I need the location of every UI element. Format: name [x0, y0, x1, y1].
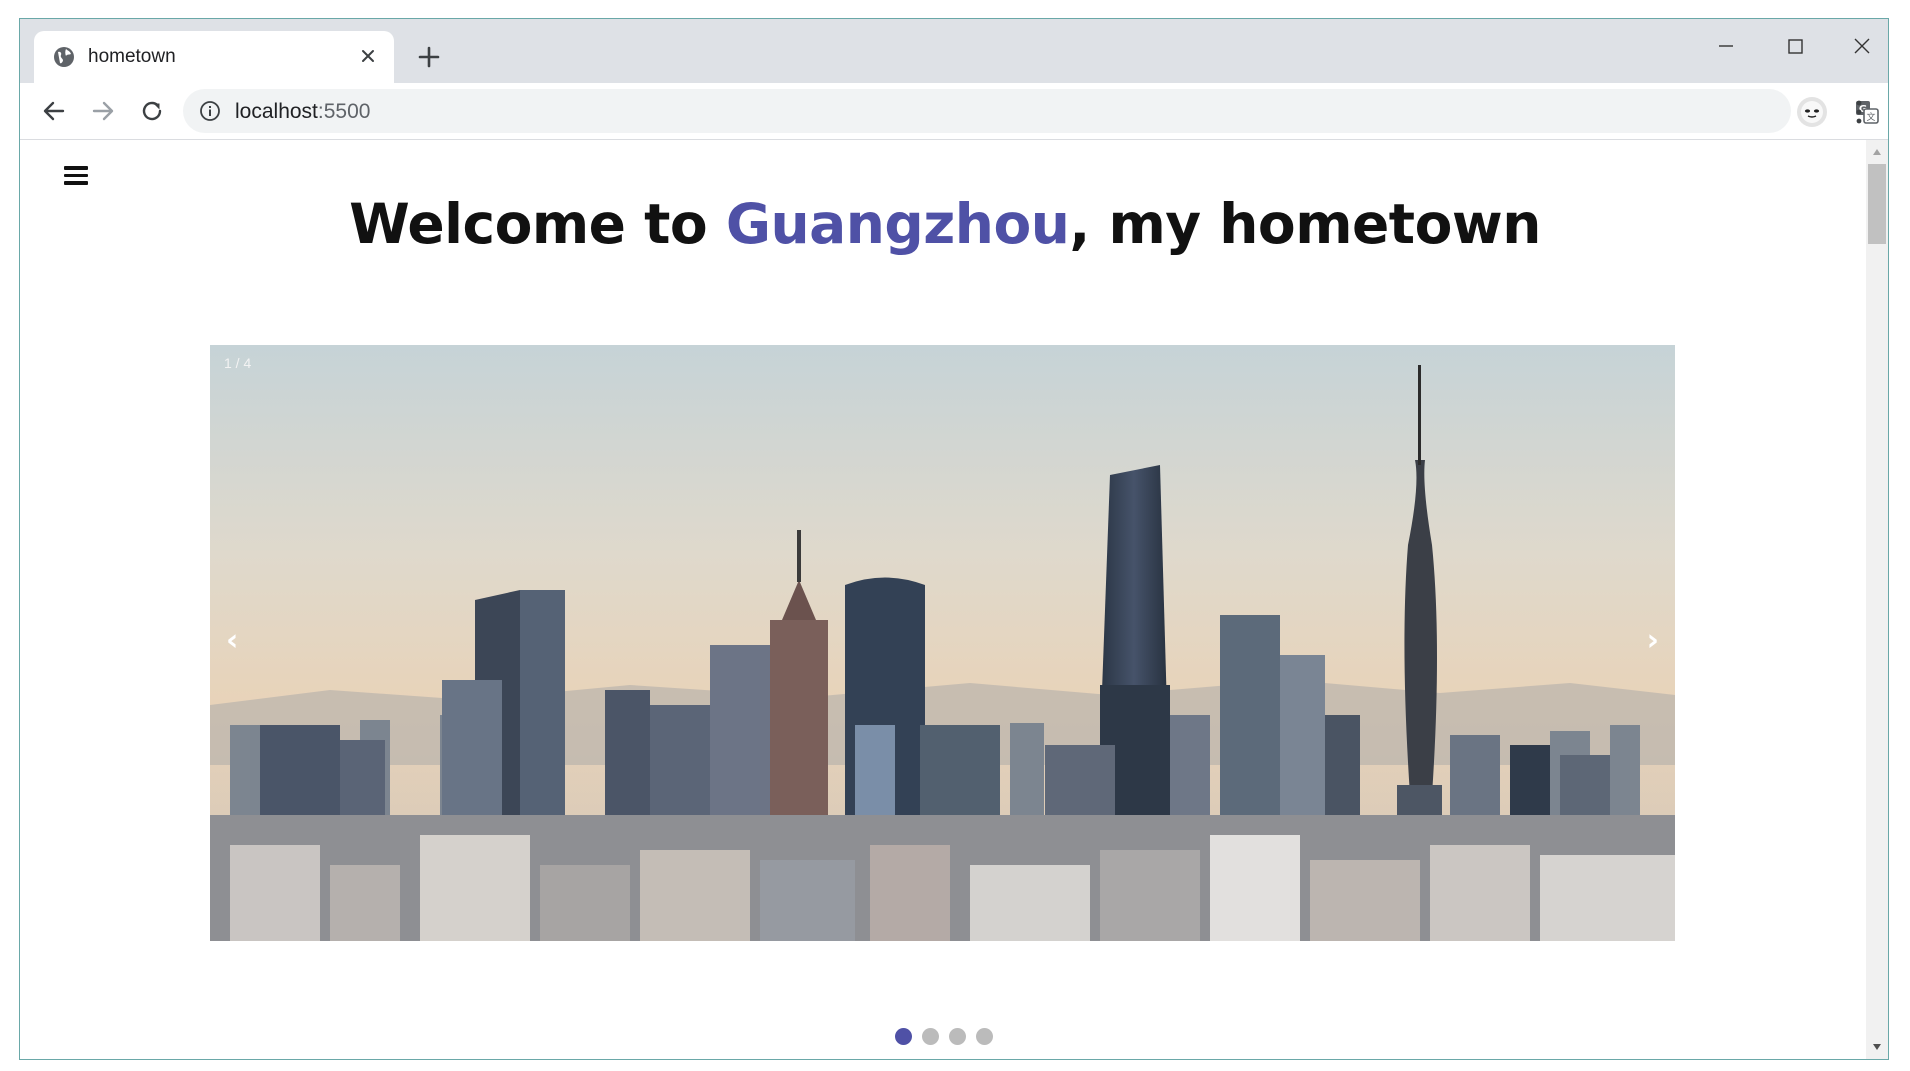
- browser-window: hometown localhost:5500 G 文 Welcome to G…: [19, 18, 1889, 1060]
- address-bar[interactable]: localhost:5500 G 文: [183, 89, 1879, 133]
- headline-prefix: Welcome to: [349, 192, 726, 256]
- info-icon[interactable]: [199, 100, 221, 122]
- next-slide-button[interactable]: ›: [1647, 623, 1659, 658]
- headline-suffix: , my hometown: [1069, 192, 1541, 256]
- hamburger-line: [64, 166, 88, 170]
- scroll-up-arrow-icon[interactable]: [1872, 148, 1882, 156]
- slide-dot-2[interactable]: [922, 1028, 939, 1045]
- previous-slide-button[interactable]: ‹: [226, 623, 238, 658]
- arrow-right-icon[interactable]: [87, 95, 119, 127]
- page-title: Welcome to Guangzhou, my hometown: [20, 192, 1870, 256]
- headline-city: Guangzhou: [725, 192, 1070, 256]
- image-slideshow: 1 / 4 ‹ ›: [210, 345, 1675, 941]
- slide-dot-1[interactable]: [895, 1028, 912, 1045]
- scrollbar-thumb[interactable]: [1868, 164, 1886, 244]
- close-icon[interactable]: [358, 46, 378, 66]
- profile-icon[interactable]: [1795, 95, 1829, 129]
- new-tab-icon[interactable]: [415, 43, 443, 71]
- minimize-icon[interactable]: [1706, 31, 1746, 61]
- tab-hometown[interactable]: hometown: [34, 31, 394, 83]
- slide-indicators: [895, 1028, 993, 1045]
- tab-strip: hometown: [20, 19, 1888, 83]
- guangzhou-skyline-image: [210, 345, 1675, 941]
- vertical-scrollbar[interactable]: [1866, 140, 1888, 1059]
- slide-dot-4[interactable]: [976, 1028, 993, 1045]
- hamburger-line: [64, 173, 88, 177]
- scroll-down-arrow-icon[interactable]: [1872, 1043, 1882, 1051]
- svg-text:文: 文: [1866, 111, 1875, 123]
- reload-icon[interactable]: [136, 95, 168, 127]
- browser-toolbar: localhost:5500 G 文: [20, 83, 1888, 140]
- url-text[interactable]: localhost:5500: [235, 100, 370, 124]
- window-close-icon[interactable]: [1842, 31, 1882, 61]
- page-viewport: Welcome to Guangzhou, my hometown 1 / 4 …: [20, 140, 1888, 1059]
- slide-counter: 1 / 4: [224, 355, 252, 371]
- hamburger-line: [64, 181, 88, 185]
- slide-dot-3[interactable]: [949, 1028, 966, 1045]
- arrow-left-icon[interactable]: [38, 95, 70, 127]
- url-port: :5500: [317, 100, 371, 123]
- tab-title: hometown: [88, 46, 176, 67]
- hamburger-icon[interactable]: [64, 166, 88, 188]
- globe-icon: [54, 47, 74, 67]
- more-vertical-icon[interactable]: [1853, 97, 1865, 127]
- url-host: localhost: [235, 100, 318, 123]
- maximize-icon[interactable]: [1775, 31, 1815, 61]
